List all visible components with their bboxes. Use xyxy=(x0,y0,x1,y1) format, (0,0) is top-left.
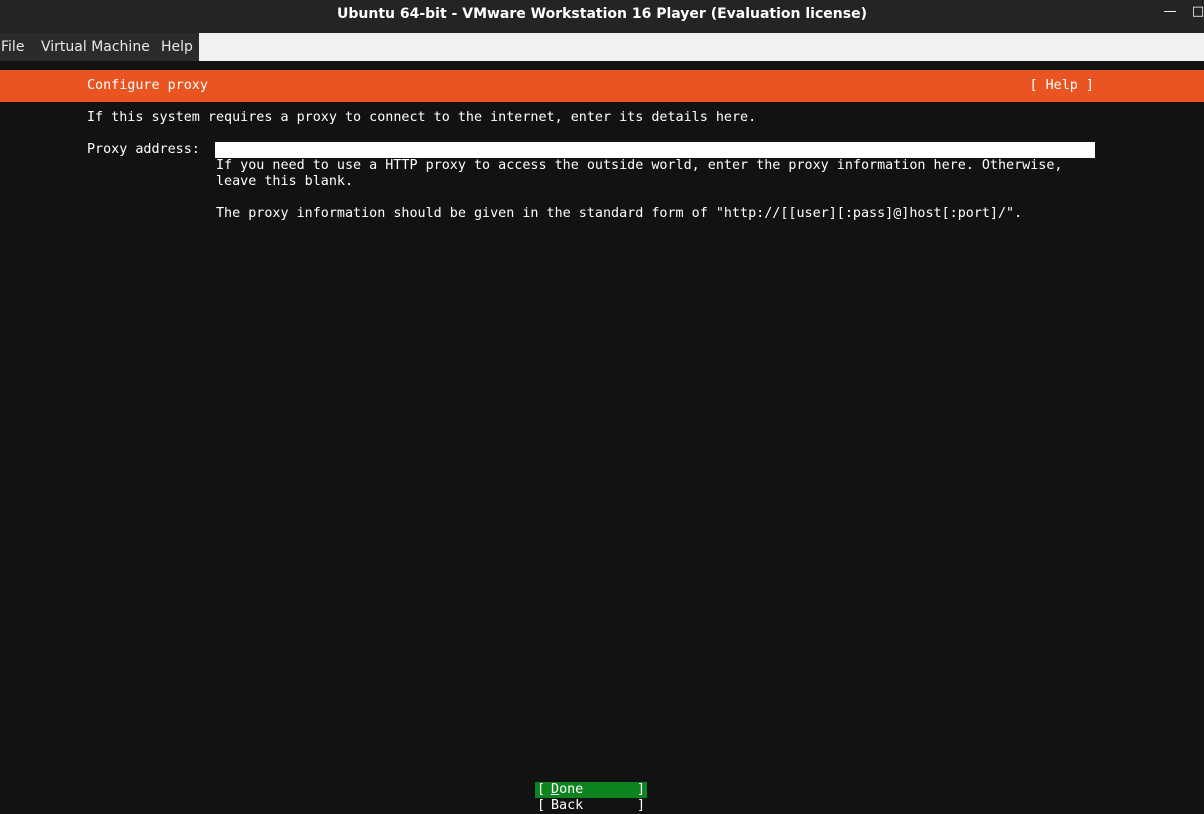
proxy-help-line-2: leave this blank. xyxy=(216,174,354,189)
vm-console: Configure proxy [ Help ] If this system … xyxy=(0,70,1204,814)
done-accelerator: D xyxy=(551,782,560,797)
proxy-help-line-1: If you need to use a HTTP proxy to acces… xyxy=(216,158,1063,173)
menu-help[interactable]: Help xyxy=(161,39,193,55)
proxy-address-label: Proxy address: xyxy=(87,142,200,157)
maximize-icon[interactable]: □ xyxy=(1190,4,1204,24)
proxy-help-text: If you need to use a HTTP proxy to acces… xyxy=(216,158,1096,190)
done-button[interactable]: [ Done ] xyxy=(535,782,647,798)
done-label-rest: one xyxy=(559,782,584,797)
back-button[interactable]: [ Back ] xyxy=(535,798,647,814)
proxy-address-input[interactable] xyxy=(215,142,1095,158)
proxy-format-text: The proxy information should be given in… xyxy=(216,206,1023,221)
done-bracket-close: ] xyxy=(636,782,645,797)
done-bracket-open: [ xyxy=(537,782,546,797)
back-bracket-close: ] xyxy=(636,798,645,813)
installer-header: Configure proxy [ Help ] xyxy=(0,70,1204,102)
menu-virtual-machine[interactable]: Virtual Machine xyxy=(41,39,150,55)
minimize-icon[interactable]: — xyxy=(1162,4,1178,24)
page-title: Configure proxy xyxy=(87,78,208,93)
done-label: Done xyxy=(551,782,583,798)
menu-bar-items: File Virtual Machine Help xyxy=(0,33,199,61)
back-label: Back xyxy=(551,798,584,813)
window-title: Ubuntu 64-bit - VMware Workstation 16 Pl… xyxy=(337,6,867,22)
menu-bar: File Virtual Machine Help xyxy=(0,33,1204,61)
intro-text: If this system requires a proxy to conne… xyxy=(87,110,757,125)
back-bracket-open: [ xyxy=(537,798,546,813)
help-button[interactable]: [ Help ] xyxy=(1030,78,1095,93)
window-titlebar: Ubuntu 64-bit - VMware Workstation 16 Pl… xyxy=(0,0,1204,33)
menu-separator xyxy=(0,61,1204,70)
menu-file[interactable]: File xyxy=(1,39,24,55)
